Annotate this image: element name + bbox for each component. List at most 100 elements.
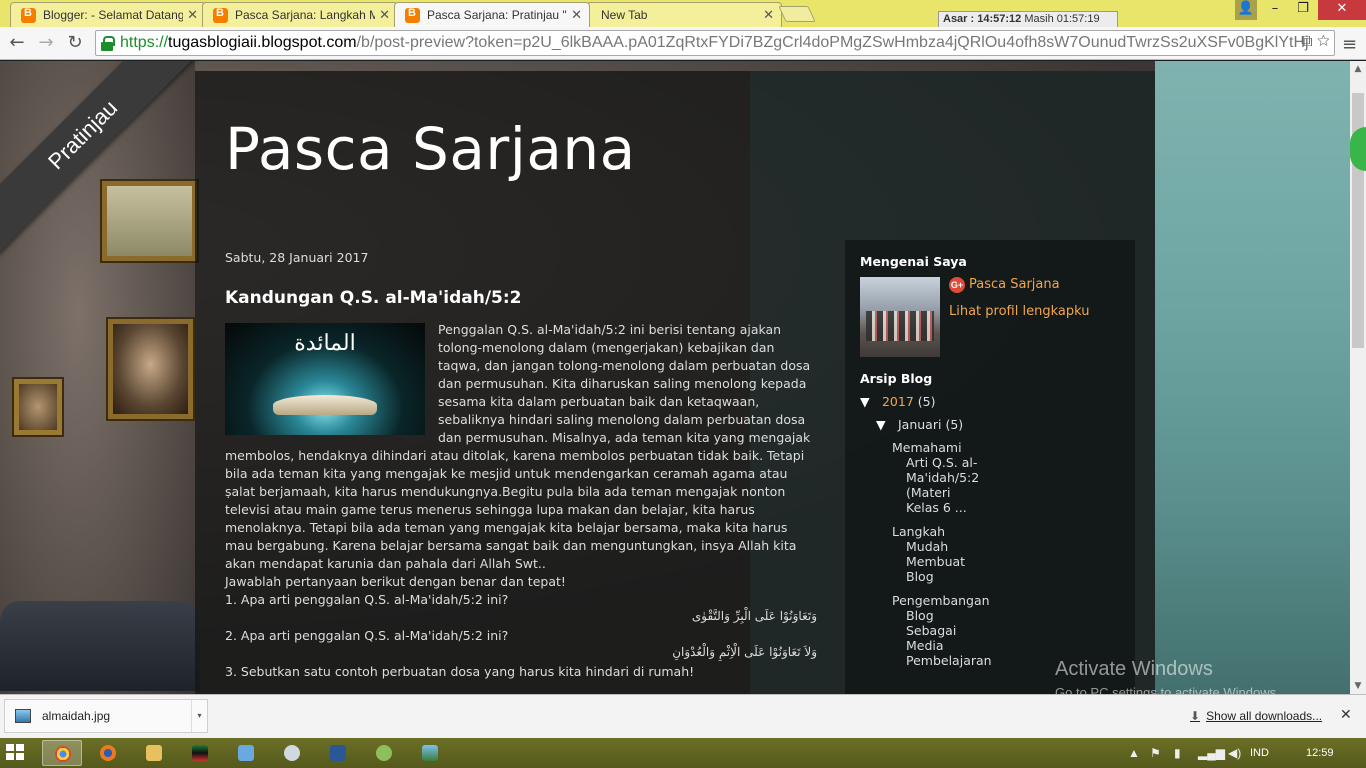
close-icon[interactable]: ✕ bbox=[187, 7, 198, 23]
archive-month-label[interactable]: Januari bbox=[898, 417, 941, 432]
forward-arrow-icon[interactable]: → bbox=[35, 32, 57, 54]
floating-green-button[interactable] bbox=[1350, 127, 1366, 171]
archive-year-label[interactable]: 2017 bbox=[882, 394, 914, 409]
profile-name-link[interactable]: Pasca Sarjana bbox=[969, 277, 1060, 292]
background-picture-frame bbox=[14, 379, 62, 435]
blog-sidebar: Mengenai Saya G+ Pasca Sarjana Lihat pro… bbox=[845, 240, 1135, 694]
url-host: tugasblogiaii.blogspot.com bbox=[168, 34, 357, 51]
archive-post-link[interactable]: Pengembangan Blog Sebagai Media Pembelaj… bbox=[892, 593, 992, 668]
background-wall-teal bbox=[1155, 61, 1350, 694]
blogger-icon bbox=[21, 7, 36, 23]
question-item: 3. Sebutkan satu contoh perbuatan dosa y… bbox=[225, 663, 817, 694]
tab-title: New Tab bbox=[601, 8, 648, 22]
watermark-subtitle: Go to PC settings to activate Windows. bbox=[1055, 685, 1280, 694]
taskbar-explorer-icon[interactable] bbox=[134, 740, 174, 766]
network-icon[interactable]: ▂▄▆ bbox=[1198, 746, 1225, 760]
post-image-almaidah[interactable]: المائدة bbox=[225, 323, 425, 435]
preview-ribbon-label: Pratinjau bbox=[0, 61, 200, 255]
question-item: 2. Apa arti penggalan Q.S. al-Ma'idah/5:… bbox=[225, 627, 817, 663]
watermark-title: Activate Windows bbox=[1055, 658, 1213, 680]
view-profile-link[interactable]: Lihat profil lengkapku bbox=[949, 304, 1089, 319]
background-sofa bbox=[0, 601, 200, 691]
archive-post-list: Memahami Arti Q.S. al-Ma'idah/5:2 (Mater… bbox=[892, 440, 992, 668]
collapse-triangle-icon[interactable]: ▼ bbox=[860, 394, 878, 409]
action-center-icon[interactable]: ⚑ bbox=[1150, 746, 1161, 760]
battery-icon[interactable]: ▮ bbox=[1174, 746, 1181, 760]
close-icon[interactable]: ✕ bbox=[571, 7, 582, 23]
show-all-label[interactable]: Show all downloads... bbox=[1206, 709, 1322, 723]
maximize-button[interactable]: ❐ bbox=[1290, 0, 1316, 20]
windows-start-icon[interactable] bbox=[6, 744, 26, 762]
page-viewport: Pratinjau Pasca Sarjana Sabtu, 28 Januar… bbox=[0, 61, 1350, 694]
download-filename[interactable]: almaidah.jpg bbox=[42, 709, 110, 723]
profile-photo[interactable] bbox=[860, 277, 940, 357]
blog-archive: Arsip Blog ▼ 2017 (5) ▼ Januari (5) Mema… bbox=[860, 371, 1120, 668]
tab-title: Pasca Sarjana: Pratinjau "K bbox=[427, 8, 567, 22]
question-text: 2. Apa arti penggalan Q.S. al-Ma'idah/5:… bbox=[225, 628, 509, 643]
address-bar[interactable]: https://tugasblogiaii.blogspot.com/b/pos… bbox=[95, 30, 1335, 56]
archive-heading: Arsip Blog bbox=[860, 371, 933, 386]
chevron-down-icon[interactable]: ▾ bbox=[191, 700, 207, 732]
taskbar-app-icon[interactable] bbox=[180, 740, 220, 766]
taskbar-photo-viewer-icon[interactable] bbox=[410, 740, 450, 766]
preview-ribbon: Pratinjau bbox=[0, 61, 200, 261]
download-arrow-icon: ⬇ bbox=[1190, 709, 1201, 723]
tab-strip: Blogger: - Selamat Datang ✕ Pasca Sarjan… bbox=[0, 0, 1366, 28]
tab-preview[interactable]: Pasca Sarjana: Pratinjau "K ✕ bbox=[394, 2, 590, 27]
close-icon[interactable]: ✕ bbox=[1340, 706, 1352, 723]
show-all-downloads-link[interactable]: ⬇ Show all downloads... bbox=[1190, 709, 1322, 723]
bookmark-star-icon[interactable]: ⧉ ☆ bbox=[1301, 33, 1330, 51]
back-arrow-icon[interactable]: ← bbox=[6, 32, 28, 54]
new-tab-button[interactable] bbox=[778, 6, 816, 22]
post-date: Sabtu, 28 Januari 2017 bbox=[225, 250, 369, 265]
archive-month-count: (5) bbox=[945, 417, 964, 432]
blogger-icon bbox=[213, 7, 228, 23]
close-icon[interactable]: ✕ bbox=[763, 7, 774, 23]
blogger-icon bbox=[405, 7, 420, 23]
tab-langkah-post[interactable]: Pasca Sarjana: Langkah M ✕ bbox=[202, 2, 398, 27]
input-language[interactable]: IND bbox=[1250, 747, 1269, 759]
tab-title: Pasca Sarjana: Langkah M bbox=[235, 8, 375, 22]
user-icon[interactable]: 👤 bbox=[1235, 0, 1257, 20]
taskbar-app-icon[interactable] bbox=[272, 740, 312, 766]
prayer-label: Asar : bbox=[943, 13, 975, 25]
taskbar-app-icon[interactable] bbox=[364, 740, 404, 766]
download-shelf: almaidah.jpg ▾ ⬇ Show all downloads... ✕ bbox=[0, 694, 1366, 738]
menu-icon[interactable]: ≡ bbox=[1342, 34, 1357, 55]
taskbar-paint-icon[interactable] bbox=[226, 740, 266, 766]
tab-blogger-dashboard[interactable]: Blogger: - Selamat Datang ✕ bbox=[10, 2, 206, 27]
collapse-triangle-icon[interactable]: ▼ bbox=[876, 417, 894, 432]
about-heading: Mengenai Saya bbox=[860, 254, 967, 269]
minimize-button[interactable]: – bbox=[1262, 0, 1288, 20]
archive-year-2017[interactable]: ▼ 2017 (5) bbox=[860, 394, 1120, 409]
archive-post-link[interactable]: Memahami Arti Q.S. al-Ma'idah/5:2 (Mater… bbox=[892, 440, 987, 515]
background-picture-frame bbox=[108, 319, 193, 419]
quran-book-icon bbox=[273, 395, 377, 415]
post-title[interactable]: Kandungan Q.S. al-Ma'idah/5:2 bbox=[225, 289, 817, 307]
taskbar-clock[interactable]: 12:59 bbox=[1306, 747, 1334, 759]
taskbar-firefox-icon[interactable] bbox=[88, 740, 128, 766]
tray-expand-icon[interactable]: ▲ bbox=[1128, 746, 1140, 760]
question-arabic: وَتَعَاوَنُوْا عَلَى الْبِرِّ وَالتَّقْو… bbox=[691, 609, 817, 623]
taskbar-chrome-icon[interactable] bbox=[42, 740, 82, 766]
close-icon[interactable]: ✕ bbox=[379, 7, 390, 23]
blog-title[interactable]: Pasca Sarjana bbox=[225, 115, 636, 183]
archive-month-januari[interactable]: ▼ Januari (5) bbox=[876, 417, 1120, 432]
blog-container: Pasca Sarjana Sabtu, 28 Januari 2017 Kan… bbox=[195, 71, 1155, 694]
reload-icon[interactable]: ↻ bbox=[64, 32, 86, 54]
prayer-remaining: Masih 01:57:19 bbox=[1024, 13, 1100, 25]
download-item[interactable]: almaidah.jpg ▾ bbox=[4, 699, 208, 733]
google-plus-icon: G+ bbox=[949, 277, 965, 293]
scroll-up-arrow-icon[interactable]: ▲ bbox=[1350, 61, 1366, 77]
taskbar-word-icon[interactable] bbox=[318, 740, 358, 766]
prayer-time-widget: Asar : 14:57:12 Masih 01:57:19 bbox=[938, 11, 1118, 28]
scroll-down-arrow-icon[interactable]: ▼ bbox=[1350, 678, 1366, 694]
question-arabic: وَلاَ تَعَاوَنُوْا عَلَى الْاِثْمِ وَالْ… bbox=[672, 645, 817, 659]
windows-taskbar: ▲ ⚑ ▮ ▂▄▆ ◀) IND 12:59 bbox=[0, 738, 1366, 768]
window-close-button[interactable]: ✕ bbox=[1318, 0, 1366, 20]
url-scheme: https:// bbox=[120, 34, 169, 51]
volume-icon[interactable]: ◀) bbox=[1228, 746, 1241, 760]
question-text: 1. Apa arti penggalan Q.S. al-Ma'idah/5:… bbox=[225, 592, 509, 607]
tab-new-tab[interactable]: New Tab ✕ bbox=[586, 2, 782, 27]
archive-post-link[interactable]: Langkah Mudah Membuat Blog bbox=[892, 524, 987, 584]
